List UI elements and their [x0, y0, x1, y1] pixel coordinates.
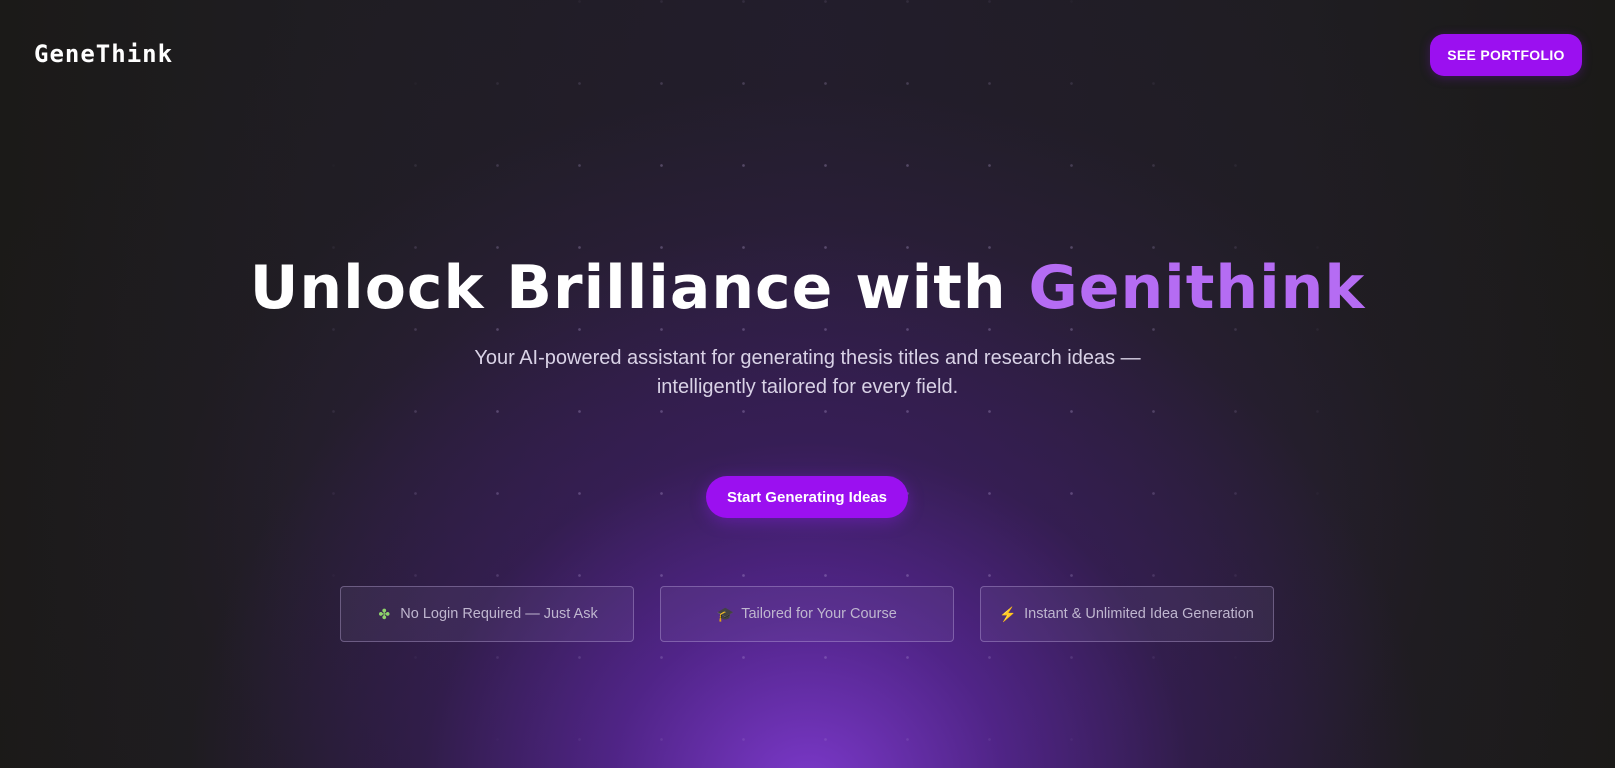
logo[interactable]: GeneThink — [34, 40, 173, 68]
graduation-cap-icon: 🎓 — [716, 605, 734, 622]
feature-list: ✤ No Login Required — Just Ask 🎓 Tailore… — [340, 586, 1275, 642]
hero-subtitle-line-2: intelligently tailored for every field. — [656, 376, 959, 398]
puzzle-icon: ✤ — [378, 605, 391, 622]
start-generating-ideas-button[interactable]: Start Generating Ideas — [706, 476, 908, 518]
feature-card-no-login: ✤ No Login Required — Just Ask — [340, 586, 634, 642]
hero-title-main: Unlock Brilliance with — [249, 253, 1029, 323]
feature-label: No Login Required — Just Ask — [400, 606, 598, 622]
hero-title: Unlock Brilliance with Genithink — [0, 252, 1615, 324]
feature-card-tailored: 🎓 Tailored for Your Course — [660, 586, 954, 642]
see-portfolio-button[interactable]: SEE PORTFOLIO — [1430, 34, 1582, 76]
hero-subtitle: Your AI-powered assistant for generating… — [0, 344, 1615, 402]
hero-title-accent: Genithink — [1028, 253, 1366, 323]
lightning-icon: ⚡ — [999, 605, 1017, 622]
feature-label: Tailored for Your Course — [741, 606, 897, 622]
feature-card-instant: ⚡ Instant & Unlimited Idea Generation — [980, 586, 1274, 642]
hero-subtitle-line-1: Your AI-powered assistant for generating… — [474, 347, 1141, 369]
feature-label: Instant & Unlimited Idea Generation — [1024, 606, 1254, 622]
